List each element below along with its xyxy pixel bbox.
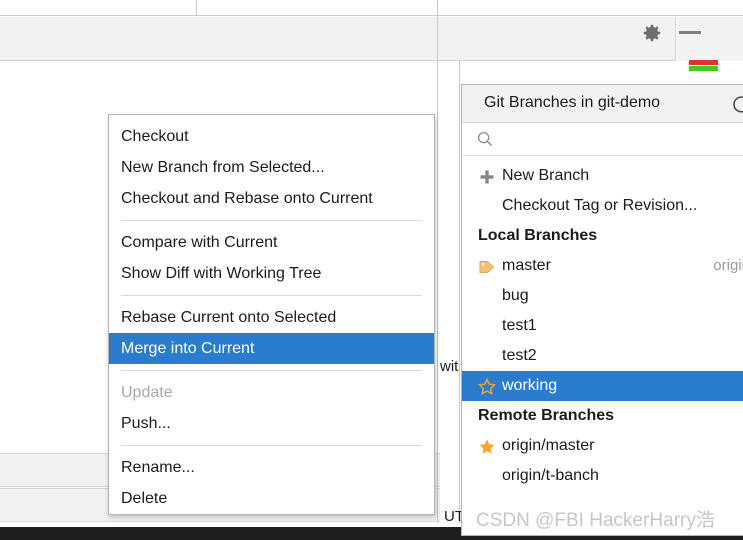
group-header-local-branches: Local Branches (478, 227, 598, 244)
menu-item-rebase-current-onto-selected[interactable]: Rebase Current onto Selected (109, 302, 434, 333)
branch-list: New Branch Checkout Tag or Revision... L… (462, 156, 743, 491)
list-item-branch-working[interactable]: working (462, 371, 743, 401)
list-item-new-branch[interactable]: New Branch (462, 161, 743, 191)
menu-item-new-branch-from-selected[interactable]: New Branch from Selected... (109, 152, 434, 183)
list-item-branch-test2[interactable]: test2 (462, 341, 743, 371)
panel-header: Git Branches in git-demo (462, 85, 743, 123)
list-item-label: bug (502, 287, 529, 304)
menu-item-delete[interactable]: Delete (109, 483, 434, 514)
list-item-checkout-tag-or-revision[interactable]: Checkout Tag or Revision... (462, 191, 743, 221)
menu-separator (121, 445, 422, 446)
list-item-label: New Branch (502, 167, 590, 184)
star-outline-icon (477, 377, 497, 395)
list-item-branch-test1[interactable]: test1 (462, 311, 743, 341)
indicator-bar-red (689, 60, 718, 65)
list-item-label: working (502, 377, 558, 394)
background-toolbar-right (677, 17, 743, 61)
menu-item-checkout[interactable]: Checkout (109, 121, 434, 152)
menu-item-checkout-and-rebase-onto-current[interactable]: Checkout and Rebase onto Current (109, 183, 434, 214)
menu-item-push[interactable]: Push... (109, 408, 434, 439)
menu-separator (121, 220, 422, 221)
branch-search-row[interactable] (462, 123, 743, 156)
star-filled-icon (478, 437, 496, 455)
list-item-label: test1 (502, 317, 537, 334)
app-root: wit UT Checkout New Branch from Selected… (0, 0, 743, 540)
list-item-branch-bug[interactable]: bug (462, 281, 743, 311)
list-item-label: test2 (502, 347, 537, 364)
list-item-tracking-label: origin/ma (713, 257, 743, 274)
group-header-remote-branches: Remote Branches (478, 407, 615, 424)
git-branches-popup: Git Branches in git-demo New Branch Chec… (461, 84, 743, 536)
refresh-icon[interactable] (730, 94, 743, 116)
status-indicator-bars (689, 60, 718, 71)
background-table-header (0, 0, 743, 16)
tag-icon (478, 257, 496, 275)
list-item-label: origin/master (502, 437, 595, 454)
background-toolbar (0, 17, 676, 61)
gear-icon[interactable] (641, 22, 663, 44)
background-divider (437, 17, 438, 523)
menu-separator (121, 295, 422, 296)
search-input[interactable] (502, 127, 736, 153)
list-item-label: master (502, 257, 551, 274)
background-text-fragment-with: wit (440, 358, 459, 375)
menu-item-update: Update (121, 384, 173, 401)
menu-separator (121, 370, 422, 371)
branch-context-menu: Checkout New Branch from Selected... Che… (108, 114, 435, 515)
menu-item-merge-into-current[interactable]: Merge into Current (109, 333, 434, 364)
search-icon (476, 130, 494, 148)
menu-item-compare-with-current[interactable]: Compare with Current (109, 227, 434, 258)
column-separator[interactable] (437, 0, 438, 16)
background-divider (459, 60, 460, 523)
column-separator[interactable] (196, 0, 197, 16)
list-item-branch-origin-t-banch[interactable]: origin/t-banch (462, 461, 743, 491)
list-item-label: Checkout Tag or Revision... (502, 197, 698, 214)
plus-icon (478, 167, 496, 185)
minimize-icon[interactable] (679, 31, 701, 34)
list-item-branch-master[interactable]: master origin/ma (462, 251, 743, 281)
panel-title: Git Branches in git-demo (484, 94, 661, 111)
menu-item-rename[interactable]: Rename... (109, 452, 434, 483)
list-item-branch-origin-master[interactable]: origin/master (462, 431, 743, 461)
indicator-bar-green (689, 66, 718, 71)
list-item-label: origin/t-banch (502, 467, 599, 484)
menu-item-show-diff-with-working-tree[interactable]: Show Diff with Working Tree (109, 258, 434, 289)
